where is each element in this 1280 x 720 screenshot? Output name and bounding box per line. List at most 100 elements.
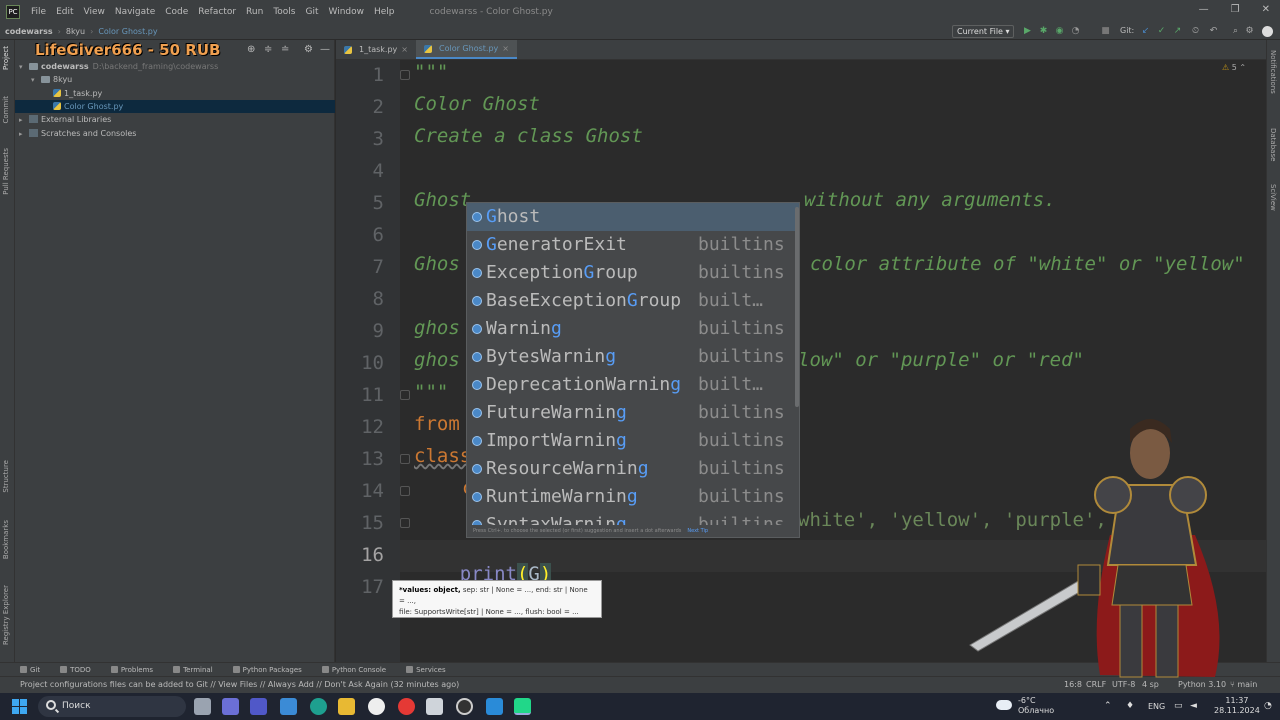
tool-tab-services[interactable]: Services bbox=[406, 666, 446, 674]
pycharm-taskbar-icon[interactable] bbox=[514, 698, 531, 715]
tool-tab-bookmarks[interactable]: Bookmarks bbox=[2, 520, 10, 559]
debug-icon[interactable]: ✱ bbox=[1038, 26, 1049, 37]
completion-item[interactable]: GeneratorExit builtins bbox=[467, 231, 799, 259]
git-update-icon[interactable]: ↙ bbox=[1140, 26, 1151, 37]
menu-edit[interactable]: Edit bbox=[51, 7, 78, 17]
completion-item[interactable]: Warning builtins bbox=[467, 315, 799, 343]
menu-code[interactable]: Code bbox=[160, 7, 193, 17]
monitor-icon[interactable]: ▭ bbox=[1174, 701, 1183, 711]
menu-file[interactable]: File bbox=[26, 7, 51, 17]
git-push-icon[interactable]: ↗ bbox=[1172, 26, 1183, 37]
fold-marker-icon[interactable] bbox=[400, 70, 410, 80]
yandex-browser-icon[interactable] bbox=[368, 698, 385, 715]
completion-scrollbar[interactable] bbox=[795, 207, 799, 407]
notification-bell-icon[interactable]: ◔ bbox=[1264, 701, 1272, 711]
git-commit-icon[interactable]: ✓ bbox=[1156, 26, 1167, 37]
task-view-icon[interactable] bbox=[194, 698, 211, 715]
tool-tab-commit[interactable]: Commit bbox=[2, 96, 10, 124]
explorer-icon[interactable] bbox=[338, 698, 355, 715]
avatar[interactable] bbox=[1262, 26, 1273, 37]
menu-navigate[interactable]: Navigate bbox=[110, 7, 160, 17]
obs-icon[interactable] bbox=[456, 698, 473, 715]
tree-item[interactable]: ▾ 8kyu bbox=[15, 73, 335, 86]
chat-icon[interactable] bbox=[222, 698, 239, 715]
chevron-down-icon[interactable]: ▾ bbox=[19, 61, 29, 74]
completion-item[interactable]: SyntaxWarningbuiltins bbox=[467, 511, 799, 535]
locate-icon[interactable]: ⊕ bbox=[247, 44, 255, 55]
chevron-up-icon[interactable]: ⌃ bbox=[1104, 701, 1112, 711]
completion-item[interactable]: FutureWarning builtins bbox=[467, 399, 799, 427]
pycharm-logo-icon[interactable]: PC bbox=[6, 5, 20, 19]
menu-refactor[interactable]: Refactor bbox=[193, 7, 241, 17]
tool-tab-sciview[interactable]: SciView bbox=[1269, 184, 1277, 211]
tree-item[interactable]: ▸ Scratches and Consoles bbox=[15, 127, 335, 140]
tool-tab-project[interactable]: Project bbox=[2, 46, 10, 70]
minimize-icon[interactable]: — bbox=[1199, 4, 1209, 15]
microphone-icon[interactable]: ♦ bbox=[1126, 701, 1134, 711]
stop-icon[interactable]: ■ bbox=[1100, 26, 1111, 37]
completion-item[interactable]: ImportWarning builtins bbox=[467, 427, 799, 455]
status-message[interactable]: Project configurations files can be adde… bbox=[20, 680, 459, 689]
menu-view[interactable]: View bbox=[79, 7, 110, 17]
settings-icon[interactable]: ⚙ bbox=[1244, 26, 1255, 37]
tab-color-ghost[interactable]: Color Ghost.py × bbox=[416, 40, 517, 59]
tree-item[interactable]: Color Ghost.py bbox=[15, 99, 335, 113]
profile-icon[interactable]: ◔ bbox=[1070, 26, 1081, 37]
store-icon[interactable] bbox=[280, 698, 297, 715]
menu-help[interactable]: Help bbox=[369, 7, 400, 17]
fold-marker-icon[interactable] bbox=[400, 390, 410, 400]
yandex-icon[interactable] bbox=[398, 698, 415, 715]
completion-item[interactable]: BaseExceptionGroup built… bbox=[467, 287, 799, 315]
tool-tab-notifications[interactable]: Notifications bbox=[1269, 50, 1277, 94]
volume-icon[interactable]: ◄ bbox=[1190, 701, 1197, 711]
run-icon[interactable]: ▶ bbox=[1022, 26, 1033, 37]
tree-item[interactable]: ▸ External Libraries bbox=[15, 113, 335, 126]
menu-window[interactable]: Window bbox=[324, 7, 370, 17]
app-window-icon[interactable] bbox=[426, 698, 443, 715]
tool-tab-python-console[interactable]: Python Console bbox=[321, 666, 386, 674]
tool-tab-terminal[interactable]: Terminal bbox=[173, 666, 213, 674]
chevron-right-icon[interactable]: ▸ bbox=[19, 114, 29, 127]
history-icon[interactable]: ⏲ bbox=[1190, 26, 1201, 37]
completion-item[interactable]: ExceptionGroup builtins bbox=[467, 259, 799, 287]
next-tip-link[interactable]: Next Tip bbox=[687, 528, 708, 534]
tool-tab-todo[interactable]: TODO bbox=[60, 666, 91, 674]
tree-item[interactable]: 1_task.py bbox=[15, 87, 335, 100]
windows-start-icon[interactable] bbox=[12, 699, 27, 714]
tree-item[interactable]: ▾ codewarss D:\backend_framing\codewarss bbox=[15, 60, 335, 73]
weather-widget[interactable]: -6°C Облачно bbox=[1018, 696, 1054, 716]
tool-tab-pull-requests[interactable]: Pull Requests bbox=[2, 148, 10, 195]
maximize-icon[interactable]: ❐ bbox=[1231, 4, 1240, 15]
expand-all-icon[interactable]: ≑ bbox=[264, 44, 272, 55]
breadcrumb-file[interactable]: Color Ghost.py bbox=[93, 27, 162, 36]
fold-marker-icon[interactable] bbox=[400, 486, 410, 496]
menu-tools[interactable]: Tools bbox=[268, 7, 300, 17]
breadcrumb-folder[interactable]: 8kyu bbox=[61, 27, 90, 36]
search-everywhere-icon[interactable]: ⌕ bbox=[1230, 26, 1241, 37]
fold-marker-icon[interactable] bbox=[400, 454, 410, 464]
completion-item[interactable]: Ghost bbox=[467, 203, 799, 231]
vscode-icon[interactable] bbox=[486, 698, 503, 715]
close-tab-icon[interactable]: × bbox=[502, 39, 509, 59]
menu-run[interactable]: Run bbox=[241, 7, 268, 17]
chevron-down-icon[interactable]: ▾ bbox=[31, 74, 41, 87]
tool-tab-problems[interactable]: Problems bbox=[110, 666, 153, 674]
gear-icon[interactable]: ⚙ bbox=[304, 44, 313, 55]
rollback-icon[interactable]: ↶ bbox=[1208, 26, 1219, 37]
edge-icon[interactable] bbox=[310, 698, 327, 715]
tool-tab-git[interactable]: Git bbox=[20, 666, 40, 674]
coverage-icon[interactable]: ◉ bbox=[1054, 26, 1065, 37]
tab-1-task[interactable]: 1_task.py × bbox=[336, 40, 416, 59]
completion-item[interactable]: BytesWarning builtins bbox=[467, 343, 799, 371]
close-icon[interactable]: ✕ bbox=[1262, 4, 1270, 15]
menu-git[interactable]: Git bbox=[300, 7, 323, 17]
tool-tab-registry-explorer[interactable]: Registry Explorer bbox=[2, 585, 10, 645]
clock[interactable]: 11:37 28.11.2024 bbox=[1214, 696, 1260, 716]
collapse-all-icon[interactable]: ≐ bbox=[281, 44, 289, 55]
language-indicator[interactable]: ENG bbox=[1148, 702, 1165, 711]
completion-item[interactable]: RuntimeWarning builtins bbox=[467, 483, 799, 511]
run-configuration-dropdown[interactable]: Current File ▾ bbox=[952, 25, 1014, 38]
taskbar-search[interactable]: Поиск bbox=[38, 696, 186, 717]
close-tab-icon[interactable]: × bbox=[401, 40, 408, 60]
inspection-widget[interactable]: ⚠ 5 ⌃ bbox=[1222, 63, 1246, 72]
